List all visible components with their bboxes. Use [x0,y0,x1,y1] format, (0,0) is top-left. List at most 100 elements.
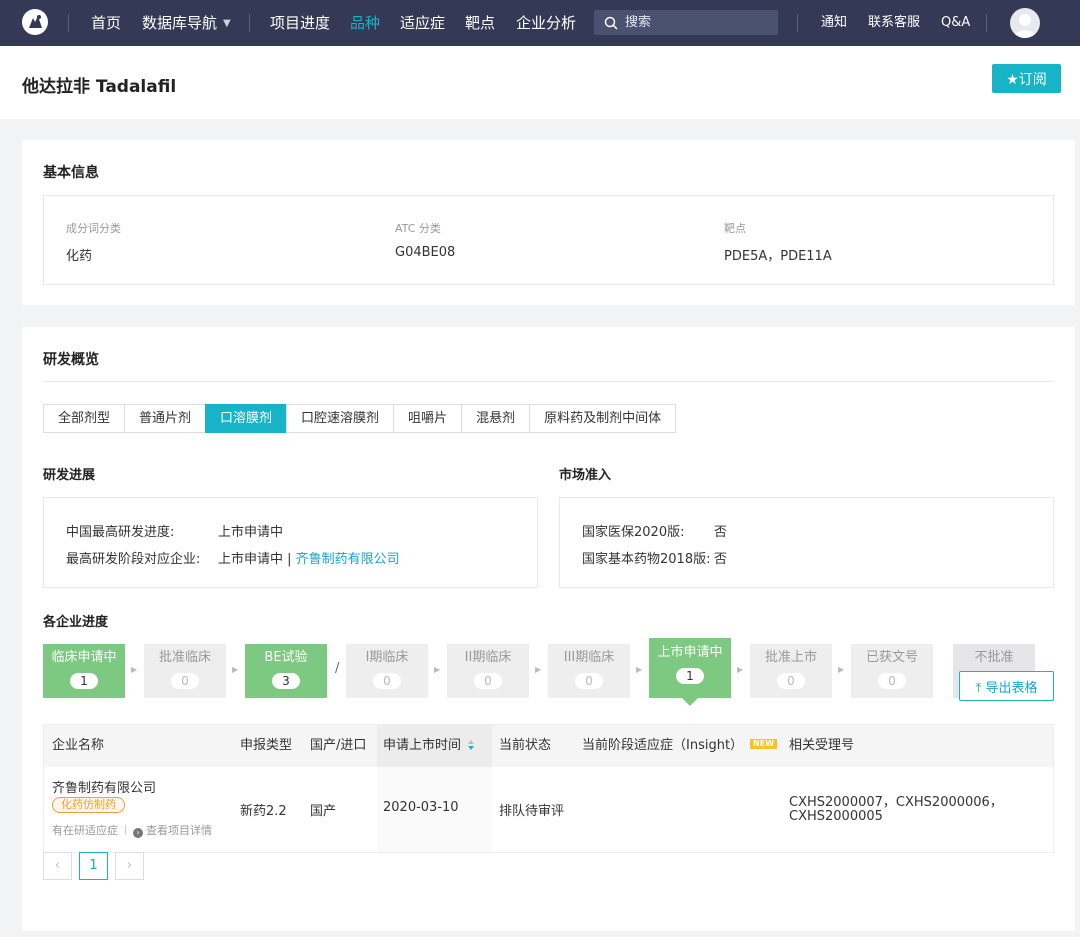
avatar[interactable] [1010,8,1040,38]
company-link[interactable]: 齐鲁制药有限公司 [296,552,400,567]
step-count: 1 [70,673,98,689]
col-filing-date-label: 申请上市时间 [383,738,462,753]
nav-home[interactable]: 首页 [91,0,121,46]
subscribe-button[interactable]: ★订阅 [992,64,1061,93]
step-count: 0 [878,673,906,689]
basic-info-card: 基本信息 成分词分类 化药 ATC 分类 G04BE08 靶点 PDE5A，PD… [22,140,1075,305]
step-market-approved[interactable]: 批准上市 0 [750,644,832,698]
step-label: 上市申请中 [657,645,723,660]
col-filing-date[interactable]: 申请上市时间 [377,725,492,767]
col-indication: 当前阶段适应症（Insight） NEW [582,725,778,767]
step-clinical-approved[interactable]: 批准临床 0 [144,644,226,698]
nav-customer-service[interactable]: 联系客服 [868,0,920,46]
step-market-application[interactable]: 上市申请中 1 [649,638,731,698]
filing-type: 新药2.2 [240,804,287,819]
step-label: 临床申请中 [51,650,117,665]
market-key: 国家基本药物2018版: [582,552,711,567]
logo-icon[interactable] [22,9,48,35]
tab-orodispersible-film[interactable]: 口腔速溶膜剂 [286,404,395,433]
nav-indication[interactable]: 适应症 [400,0,445,46]
divider [43,381,1054,382]
nav-project-progress[interactable]: 项目进度 [270,0,330,46]
market-key: 国家医保2020版: [582,525,685,540]
company-table: 企业名称 申报类型 国产/进口 申请上市时间 当前状态 当前阶段适应症（Insi… [43,724,1054,853]
nav-divider [249,14,250,32]
rd-progress-key: 中国最高研发进度: [66,525,175,540]
search-input[interactable] [625,15,765,30]
step-label: I期临床 [365,650,409,665]
market-row: 国家医保2020版: 否 [582,521,727,540]
sort-icon[interactable] [467,739,475,751]
nav-database[interactable]: 数据库导航 ▼ [142,0,231,46]
next-page-button[interactable]: › [115,852,144,880]
tab-oral-film[interactable]: 口溶膜剂 [205,404,288,433]
acceptance-numbers[interactable]: CXHS2000005 [789,809,883,824]
step-arrow-icon: ▶ [131,665,138,674]
prev-page-button[interactable]: ‹ [43,852,72,880]
top-navbar: 首页 数据库导航 ▼ 项目进度 品种 适应症 靶点 企业分析 通知 联系客服 Q&… [0,0,1080,46]
nav-divider [986,14,987,32]
nav-divider [68,14,69,32]
col-company: 企业名称 [52,738,105,753]
nav-company-analysis[interactable]: 企业分析 [516,0,576,46]
export-table-button[interactable]: ⤒ 导出表格 [959,671,1054,701]
tab-tablets[interactable]: 普通片剂 [124,404,207,433]
arrow-right-icon: › [133,828,143,838]
company-name-link[interactable]: 齐鲁制药有限公司 [52,777,156,796]
target-label: 靶点 [724,222,746,235]
rd-overview-heading: 研发概览 [43,352,99,368]
step-arrow-icon: ▶ [535,665,542,674]
rd-progress-key: 最高研发阶段对应企业: [66,552,201,567]
nav-variety[interactable]: 品种 [350,0,380,46]
step-label: II期临床 [464,650,512,665]
step-count: 0 [373,673,401,689]
nav-divider [797,14,798,32]
step-phase-2[interactable]: II期临床 0 [447,644,529,698]
step-clinical-application[interactable]: 临床申请中 1 [43,644,125,698]
step-count: 0 [575,673,603,689]
step-phase-3[interactable]: III期临床 0 [548,644,630,698]
ingredient-class-label: 成分词分类 [66,222,121,235]
market-access-box: 国家医保2020版: 否 国家基本药物2018版: 否 [559,497,1054,588]
rd-progress-row: 最高研发阶段对应企业: 上市申请中 | 齐鲁制药有限公司 [66,548,400,567]
step-label: 不批准 [974,650,1014,665]
nav-notifications[interactable]: 通知 [821,0,847,46]
tab-all-forms[interactable]: 全部剂型 [43,404,126,433]
row-sublinks: 有在研适应症 › 查看项目详情 [52,822,212,838]
rd-progress-value: 上市申请中 | [218,552,296,567]
rd-overview-card: 研发概览 全部剂型 普通片剂 口溶膜剂 口腔速溶膜剂 咀嚼片 混悬剂 原料药及制… [22,327,1075,931]
basic-info-heading: 基本信息 [43,165,99,181]
step-license-obtained[interactable]: 已获文号 0 [851,644,933,698]
step-label: BE试验 [264,650,308,665]
step-count: 3 [272,673,300,689]
col-indication-label: 当前阶段适应症（Insight） [582,738,744,753]
col-acceptance: 相关受理号 [789,738,855,753]
upload-icon: ⤒ [975,680,982,696]
step-phase-1[interactable]: I期临床 0 [346,644,428,698]
search-box[interactable] [594,10,778,35]
step-count: 1 [676,668,704,684]
step-arrow-icon: ▶ [838,665,845,674]
step-arrow-icon: ▶ [737,665,744,674]
step-be-trial[interactable]: BE试验 3 [245,644,327,698]
basic-info-box: 成分词分类 化药 ATC 分类 G04BE08 靶点 PDE5A，PDE11A [43,195,1054,285]
drug-class-tag-label: 化药仿制药 [52,797,125,813]
page-1-button[interactable]: 1 [79,852,108,880]
acceptance-numbers[interactable]: CXHS2000007，CXHS2000006， [789,791,1003,810]
project-detail-link[interactable]: 查看项目详情 [146,824,212,837]
tab-api-intermediates[interactable]: 原料药及制剂中间体 [529,404,677,433]
step-arrow-icon: ▶ [434,665,441,674]
indications-link[interactable]: 有在研适应症 [52,824,118,837]
step-count: 0 [777,673,805,689]
nav-target[interactable]: 靶点 [465,0,495,46]
market-row: 国家基本药物2018版: 否 [582,548,727,567]
table-row: 齐鲁制药有限公司 化药仿制药 有在研适应症 › 查看项目详情 新药2.2 国产 20… [44,767,1053,852]
nav-qa[interactable]: Q&A [941,0,970,46]
rd-progress-heading: 研发进展 [43,468,96,483]
export-label: 导出表格 [985,680,1038,696]
tab-suspension[interactable]: 混悬剂 [461,404,531,433]
tab-chewable[interactable]: 咀嚼片 [393,404,463,433]
atc-label: ATC 分类 [395,222,441,235]
step-count: 0 [474,673,502,689]
page-title: 他达拉非 Tadalafil [22,77,177,97]
